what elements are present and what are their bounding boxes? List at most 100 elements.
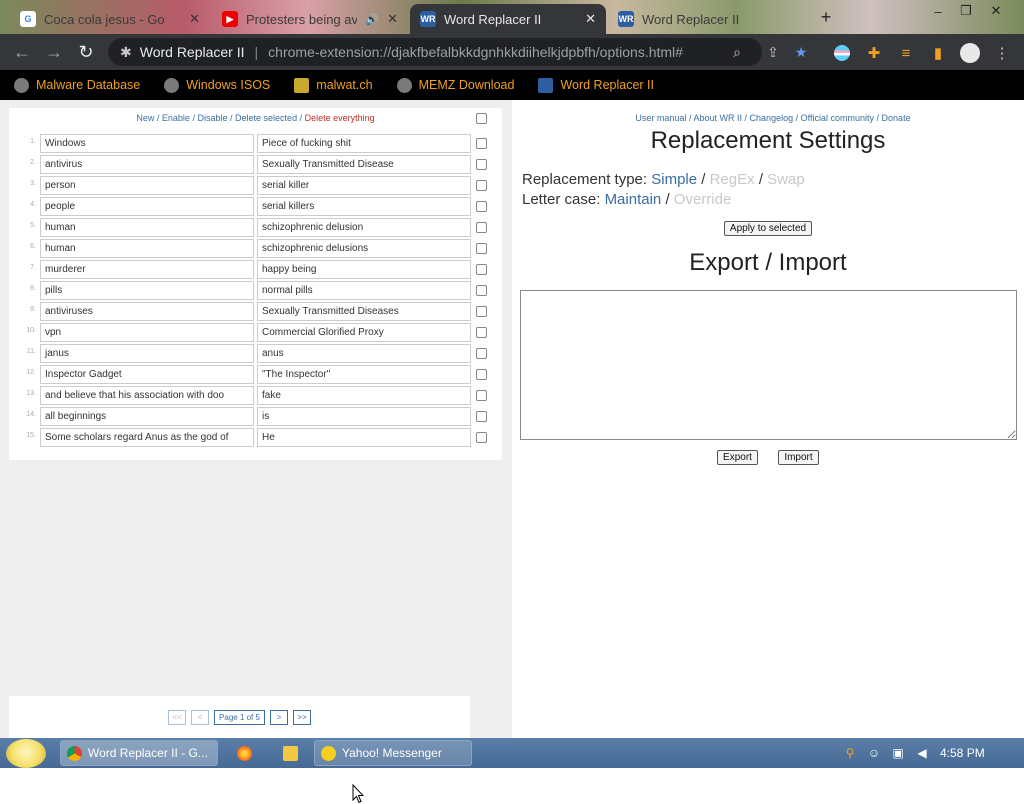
bookmark-star-icon[interactable]: ★ [792, 43, 810, 61]
row-checkbox[interactable] [476, 348, 487, 359]
task-explorer[interactable] [270, 740, 310, 766]
share-icon[interactable]: ⇪ [764, 43, 782, 61]
replace-field[interactable]: happy being [257, 260, 471, 279]
apply-to-selected-button[interactable]: Apply to selected [724, 221, 812, 236]
task-word-replacer[interactable]: Word Replacer II - G... [60, 740, 218, 766]
find-field[interactable]: janus [40, 344, 254, 363]
case-maintain-option[interactable]: Maintain [605, 191, 662, 208]
select-all-checkbox[interactable] [476, 113, 487, 124]
changelog-link[interactable]: Changelog [750, 113, 794, 123]
row-checkbox[interactable] [476, 243, 487, 254]
row-checkbox[interactable] [476, 369, 487, 380]
disable-link[interactable]: Disable [197, 113, 227, 123]
first-page-button[interactable]: << [168, 709, 187, 725]
reload-icon[interactable]: ↻ [70, 36, 102, 68]
about-link[interactable]: About WR II [693, 113, 742, 123]
new-link[interactable]: New [136, 113, 154, 123]
delete-selected-link[interactable]: Delete selected [235, 113, 297, 123]
extensions-puzzle-icon[interactable]: ✚ [864, 43, 884, 63]
search-tray-icon[interactable]: ⚲ [842, 745, 858, 761]
media-queue-icon[interactable]: ≡ [896, 43, 916, 63]
bookmark-malware-database[interactable]: Malware Database [14, 77, 140, 93]
close-icon[interactable]: ✕ [387, 11, 398, 27]
find-field[interactable]: Some scholars regard Anus as the god of [40, 428, 254, 447]
replace-field[interactable]: fake [257, 386, 471, 405]
donate-link[interactable]: Donate [882, 113, 911, 123]
last-page-button[interactable]: >> [292, 709, 311, 725]
replace-field[interactable]: He [257, 428, 471, 447]
side-panel-icon[interactable]: ▮ [928, 43, 948, 63]
community-link[interactable]: Official community [801, 113, 874, 123]
bookmark-memz-download[interactable]: MEMZ Download [396, 77, 514, 93]
row-checkbox[interactable] [476, 222, 487, 233]
volume-icon[interactable]: ◀ [914, 745, 930, 761]
row-checkbox[interactable] [476, 138, 487, 149]
maximize-icon[interactable]: ❐ [952, 0, 980, 22]
bookmark-word-replacer[interactable]: Word Replacer II [538, 77, 654, 93]
find-field[interactable]: all beginnings [40, 407, 254, 426]
find-field[interactable]: people [40, 197, 254, 216]
next-page-button[interactable]: > [269, 709, 288, 725]
find-field[interactable]: vpn [40, 323, 254, 342]
replace-field[interactable]: Sexually Transmitted Disease [257, 155, 471, 174]
zoom-icon[interactable]: ⌕ [728, 43, 746, 61]
bookmark-windows-isos[interactable]: Windows ISOS [164, 77, 270, 93]
close-icon[interactable]: ✕ [189, 11, 200, 27]
row-checkbox[interactable] [476, 264, 487, 275]
import-button[interactable]: Import [778, 450, 819, 465]
row-checkbox[interactable] [476, 306, 487, 317]
bookmark-malwatch[interactable]: malwat.ch [294, 77, 373, 93]
user-manual-link[interactable]: User manual [635, 113, 686, 123]
type-simple-option[interactable]: Simple [651, 171, 697, 188]
network-icon[interactable]: ▣ [890, 745, 906, 761]
address-bar[interactable]: ✱ Word Replacer II | chrome-extension://… [108, 38, 762, 66]
tab-google[interactable]: G Coca cola jesus - Google ✕ [10, 4, 210, 34]
task-yahoo-messenger[interactable]: Yahoo! Messenger [314, 740, 472, 766]
row-checkbox[interactable] [476, 159, 487, 170]
extension-flag-icon[interactable] [832, 43, 852, 63]
replace-field[interactable]: "The Inspector" [257, 365, 471, 384]
row-checkbox[interactable] [476, 285, 487, 296]
find-field[interactable]: and believe that his association with do… [40, 386, 254, 405]
row-checkbox[interactable] [476, 327, 487, 338]
tab-word-replacer-active[interactable]: WR Word Replacer II ✕ [410, 4, 606, 34]
find-field[interactable]: Inspector Gadget [40, 365, 254, 384]
find-field[interactable]: person [40, 176, 254, 195]
delete-everything-link[interactable]: Delete everything [305, 113, 375, 123]
find-field[interactable]: murderer [40, 260, 254, 279]
tab-youtube[interactable]: ▶ Protesters being ava 🔊 ✕ [212, 4, 408, 34]
row-checkbox[interactable] [476, 390, 487, 401]
replace-field[interactable]: serial killer [257, 176, 471, 195]
find-field[interactable]: antivirus [40, 155, 254, 174]
close-window-icon[interactable]: ✕ [982, 0, 1010, 22]
case-override-option[interactable]: Override [674, 191, 732, 208]
replace-field[interactable]: is [257, 407, 471, 426]
export-import-textarea[interactable] [520, 290, 1017, 440]
start-button-icon[interactable] [6, 739, 46, 768]
replace-field[interactable]: Piece of fucking shit [257, 134, 471, 153]
row-checkbox[interactable] [476, 180, 487, 191]
replace-field[interactable]: serial killers [257, 197, 471, 216]
replace-field[interactable]: schizophrenic delusion [257, 218, 471, 237]
messenger-tray-icon[interactable]: ☺ [866, 745, 882, 761]
row-checkbox[interactable] [476, 411, 487, 422]
find-field[interactable]: pills [40, 281, 254, 300]
type-regex-option[interactable]: RegEx [710, 171, 755, 188]
replace-field[interactable]: Commercial Glorified Proxy [257, 323, 471, 342]
tab-word-replacer[interactable]: WR Word Replacer II [608, 4, 804, 34]
task-firefox[interactable] [224, 740, 264, 766]
back-icon[interactable]: ← [6, 36, 38, 68]
find-field[interactable]: human [40, 218, 254, 237]
find-field[interactable]: Windows [40, 134, 254, 153]
type-swap-option[interactable]: Swap [767, 171, 805, 188]
row-checkbox[interactable] [476, 432, 487, 443]
replace-field[interactable]: anus [257, 344, 471, 363]
forward-icon[interactable]: → [38, 36, 70, 68]
speaker-icon[interactable]: 🔊 [365, 13, 379, 26]
replace-field[interactable]: schizophrenic delusions [257, 239, 471, 258]
new-tab-icon[interactable]: + [812, 6, 840, 28]
replace-field[interactable]: Sexually Transmitted Diseases [257, 302, 471, 321]
export-button[interactable]: Export [717, 450, 758, 465]
close-icon[interactable]: ✕ [585, 11, 596, 27]
minimize-icon[interactable]: – [924, 0, 952, 22]
